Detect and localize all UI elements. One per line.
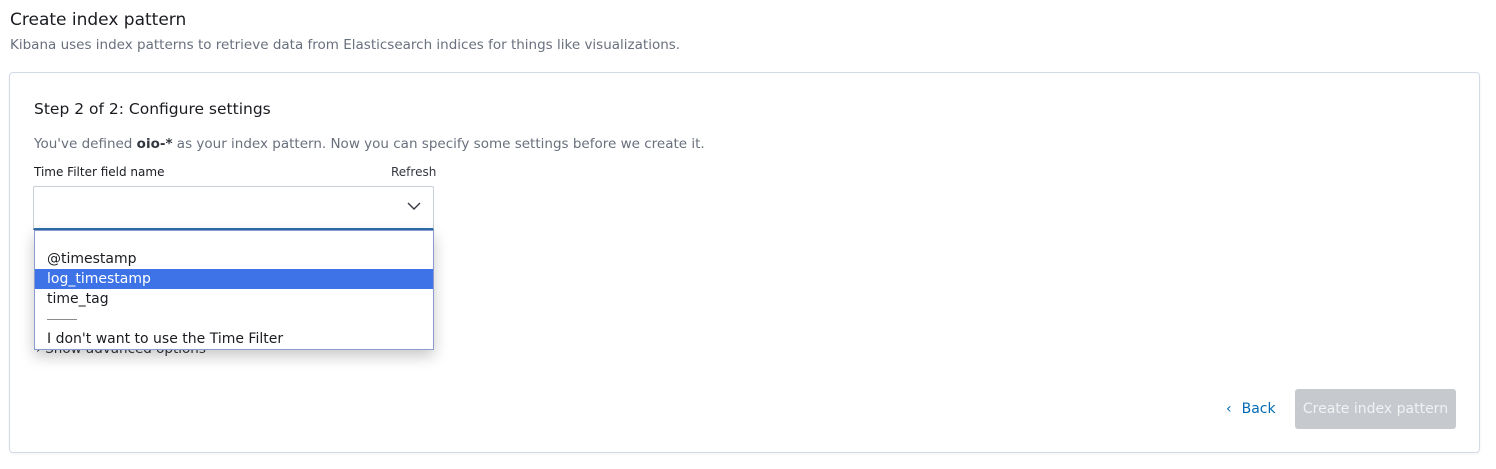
step-title: Step 2 of 2: Configure settings [34,100,271,118]
page-title: Create index pattern [10,10,187,30]
time-filter-label: Time Filter field name [34,165,165,179]
desc-prefix: You've defined [34,136,137,152]
option-no-time-filter[interactable]: I don't want to use the Time Filter [35,329,433,349]
option-timestamp[interactable]: @timestamp [35,249,433,269]
time-filter-dropdown: @timestamp log_timestamp time_tag I don'… [34,230,434,350]
time-filter-select[interactable] [33,186,434,230]
step-description: You've defined oio-* as your index patte… [34,136,705,152]
option-separator [47,319,77,320]
back-label: Back [1241,401,1276,417]
create-index-pattern-button[interactable]: Create index pattern [1295,389,1456,429]
option-time-tag[interactable]: time_tag [35,289,433,309]
back-button[interactable]: ‹ Back [1226,401,1276,417]
page-subtitle: Kibana uses index patterns to retrieve d… [10,37,681,53]
desc-suffix: as your index pattern. Now you can speci… [172,136,705,152]
chevron-left-icon: ‹ [1226,401,1232,417]
refresh-link[interactable]: Refresh [391,165,436,179]
option-log-timestamp[interactable]: log_timestamp [35,269,433,289]
index-pattern-name: oio-* [136,136,173,152]
chevron-down-icon [407,202,421,210]
